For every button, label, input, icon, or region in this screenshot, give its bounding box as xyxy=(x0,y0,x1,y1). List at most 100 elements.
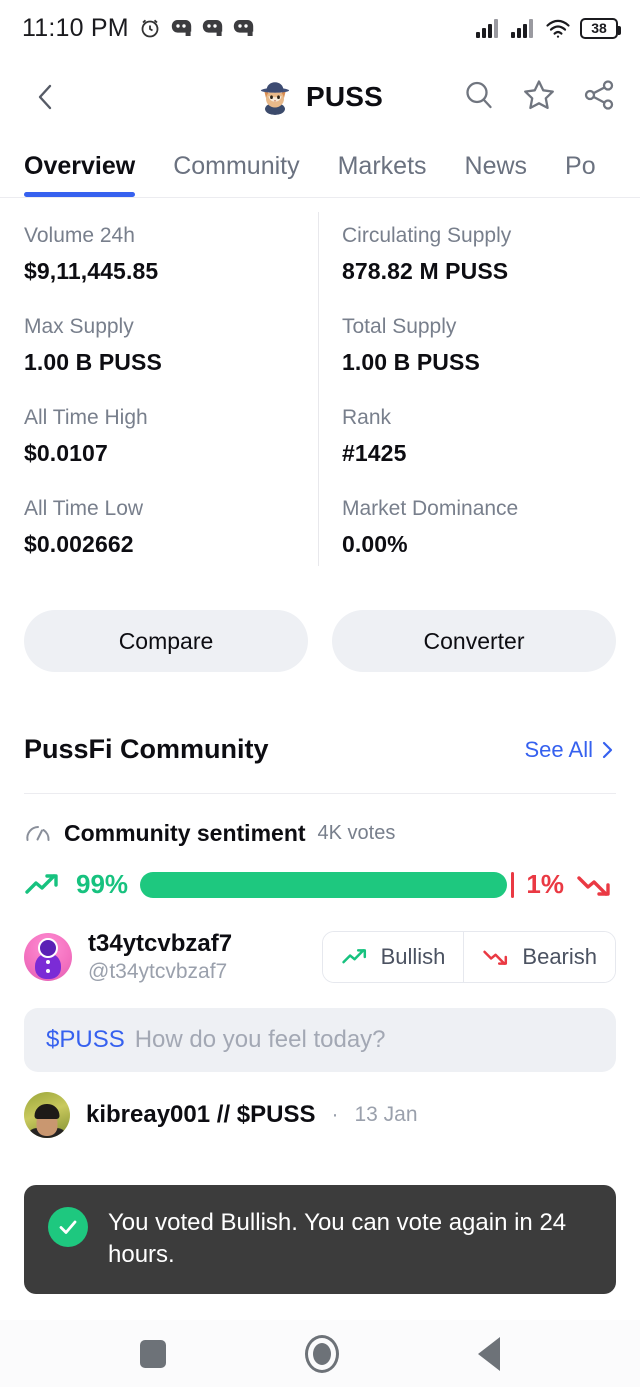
bullish-vote-button[interactable]: Bullish xyxy=(322,932,464,982)
composer-placeholder: How do you feel today? xyxy=(134,1026,386,1053)
sentiment-vote-group: Bullish Bearish xyxy=(321,931,616,983)
community-sentiment-votes: 4K votes xyxy=(317,822,396,844)
bearish-vote-button[interactable]: Bearish xyxy=(463,932,615,982)
stat-max-supply: Max Supply 1.00 B PUSS xyxy=(24,315,320,406)
community-section-header: PussFi Community See All xyxy=(0,672,640,765)
post-author-name: kibreay001 // $PUSS xyxy=(86,1101,316,1128)
app-bar: PUSS xyxy=(0,56,640,138)
share-icon[interactable] xyxy=(582,78,616,117)
stat-market-dominance: Market Dominance 0.00% xyxy=(320,497,616,588)
stat-label: All Time High xyxy=(24,406,148,429)
wifi-icon xyxy=(545,17,571,39)
compare-button[interactable]: Compare xyxy=(24,610,308,672)
signal-bars-icon xyxy=(510,17,536,39)
stat-circulating-supply: Circulating Supply 878.82 M PUSS xyxy=(320,224,616,315)
stat-value: 0.00% xyxy=(342,531,408,557)
stat-volume-24h: Volume 24h $9,11,445.85 xyxy=(24,224,320,315)
tab-portfolio[interactable]: Po xyxy=(565,152,596,197)
community-sentiment-header: Community sentiment 4K votes xyxy=(0,794,640,847)
status-bar-left: 11:10 PM xyxy=(22,14,255,43)
triangle-back-icon[interactable] xyxy=(478,1336,501,1371)
coin-symbol-title: PUSS xyxy=(305,81,384,112)
bullish-percent-label: 99% xyxy=(76,869,129,899)
stat-value: #1425 xyxy=(342,440,407,466)
trend-up-icon xyxy=(25,873,58,894)
tab-community[interactable]: Community xyxy=(173,152,299,197)
stat-label: All Time Low xyxy=(24,497,144,520)
chevron-right-icon xyxy=(602,741,613,758)
tab-markets[interactable]: Markets xyxy=(338,152,427,197)
status-bar-right: 38 xyxy=(475,17,621,39)
sentiment-bar-bullish xyxy=(140,871,507,898)
stats-column-divider xyxy=(318,212,319,566)
android-nav-bar xyxy=(0,1320,640,1387)
post-date: 13 Jan xyxy=(354,1103,418,1126)
stat-label: Rank xyxy=(342,406,392,429)
battery-indicator: 38 xyxy=(580,17,621,39)
voter-name: t34ytcvbzaf7 xyxy=(88,930,233,957)
sentiment-bar-row: 99% 1% xyxy=(0,847,640,900)
square-recents-icon[interactable] xyxy=(139,1339,166,1368)
voter-identity: t34ytcvbzaf7 @t34ytcvbzaf7 xyxy=(88,930,232,984)
stat-all-time-low: All Time Low $0.002662 xyxy=(24,497,320,588)
token-stats-grid: Volume 24h $9,11,445.85 Circulating Supp… xyxy=(0,198,640,588)
stat-value: 878.82 M PUSS xyxy=(342,258,509,284)
avatar xyxy=(24,1092,70,1138)
trend-down-icon xyxy=(483,950,508,965)
bullish-label: Bullish xyxy=(380,944,446,969)
page-title: PussFi Community xyxy=(24,734,269,764)
action-button-row: Compare Converter xyxy=(0,588,640,672)
battery-level-label: 38 xyxy=(591,20,607,36)
avatar xyxy=(24,933,72,981)
circle-home-icon[interactable] xyxy=(304,1334,339,1373)
stat-value: $9,11,445.85 xyxy=(24,258,159,284)
list-item[interactable]: kibreay001 // $PUSS · 13 Jan xyxy=(0,1072,640,1138)
stat-label: Market Dominance xyxy=(342,497,519,520)
trend-down-icon xyxy=(577,875,610,896)
signal-bars-icon xyxy=(475,17,501,39)
toast-notification: You voted Bullish. You can vote again in… xyxy=(24,1185,616,1294)
tab-bar[interactable]: Overview Community Markets News Po xyxy=(0,138,640,197)
toast-message: You voted Bullish. You can vote again in… xyxy=(108,1209,567,1269)
see-all-label: See All xyxy=(524,736,594,762)
check-circle-icon xyxy=(48,1207,88,1247)
discord-notification-icon xyxy=(202,19,224,37)
discord-notification-icon xyxy=(233,19,255,37)
composer-ticker: $PUSS xyxy=(46,1026,125,1053)
avatar-hair xyxy=(34,1103,60,1119)
sentiment-bar-track xyxy=(140,871,515,898)
cat-in-blue-hat-logo xyxy=(260,82,289,115)
stat-value: 1.00 B PUSS xyxy=(24,349,162,375)
stat-total-supply: Total Supply 1.00 B PUSS xyxy=(320,315,616,406)
converter-button[interactable]: Converter xyxy=(332,610,616,672)
stat-label: Circulating Supply xyxy=(342,224,512,247)
back-button[interactable] xyxy=(24,75,68,119)
voter-handle: @t34ytcvbzaf7 xyxy=(88,960,228,983)
stat-all-time-high: All Time High $0.0107 xyxy=(24,406,320,497)
app-bar-actions xyxy=(462,78,616,117)
see-all-link[interactable]: See All xyxy=(525,737,617,763)
stat-label: Total Supply xyxy=(342,315,457,338)
community-sentiment-title: Community sentiment xyxy=(64,820,306,846)
vote-row: t34ytcvbzaf7 @t34ytcvbzaf7 Bullish Beari… xyxy=(0,900,640,984)
trend-up-icon xyxy=(341,949,366,964)
star-outline-icon[interactable] xyxy=(522,78,556,117)
stat-value: 1.00 B PUSS xyxy=(342,349,480,375)
avatar-head xyxy=(38,938,58,958)
sentiment-bar-bearish xyxy=(510,871,515,898)
stat-rank: Rank #1425 xyxy=(320,406,616,497)
stat-value: $0.002662 xyxy=(24,531,134,557)
stat-label: Max Supply xyxy=(24,315,134,338)
tab-overview[interactable]: Overview xyxy=(24,152,136,197)
speedometer-icon xyxy=(26,825,50,841)
status-bar-clock: 11:10 PM xyxy=(22,13,129,42)
search-icon[interactable] xyxy=(462,78,496,117)
stat-value: $0.0107 xyxy=(24,440,108,466)
tab-news[interactable]: News xyxy=(465,152,528,197)
bearish-label: Bearish xyxy=(522,944,597,969)
post-separator: · xyxy=(331,1103,339,1126)
stat-label: Volume 24h xyxy=(24,224,135,247)
alarm-clock-icon xyxy=(138,16,162,40)
status-bar: 11:10 PM 38 xyxy=(0,0,640,56)
post-composer[interactable]: $PUSS How do you feel today? xyxy=(24,1008,616,1072)
